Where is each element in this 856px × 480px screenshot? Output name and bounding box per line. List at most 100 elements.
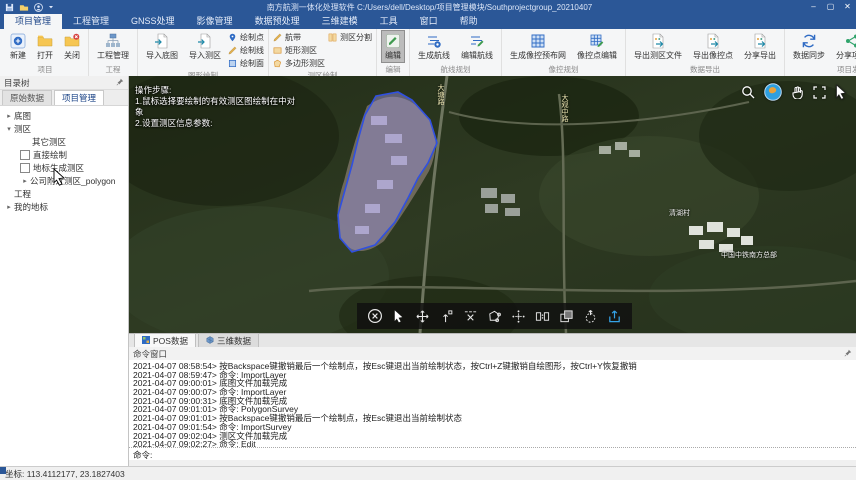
sidebar-tabs: 原始数据 项目管理 <box>0 90 128 106</box>
globe-button[interactable] <box>764 83 782 106</box>
tab-3d-data-label: 三维数据 <box>217 335 251 347</box>
pin-icon <box>228 33 237 42</box>
generate-route-label: 生成航线 <box>418 50 450 61</box>
route-pencil-icon <box>469 33 485 49</box>
corner-accent <box>0 467 6 474</box>
rotate-tool-icon[interactable] <box>582 308 599 325</box>
command-log[interactable]: 2021-04-07 08:58:54> 按Backspace键撤销最后一个绘制… <box>129 360 856 451</box>
chevron-right-icon[interactable]: ▸ <box>4 203 14 211</box>
export-survey-file-button[interactable]: 导出测区文件 <box>630 30 686 63</box>
draw-polygon-tool-icon[interactable] <box>486 308 503 325</box>
tab-tools[interactable]: 工具 <box>369 14 409 29</box>
fullscreen-icon[interactable] <box>813 86 826 104</box>
share-project-button[interactable]: 分享项目 <box>832 30 856 63</box>
move-tool-icon[interactable] <box>414 308 431 325</box>
tab-gnss-processing[interactable]: GNSS处理 <box>120 14 186 29</box>
tab-image-management[interactable]: 影像管理 <box>186 14 244 29</box>
survey-split-button[interactable]: 测区分割 <box>328 32 372 43</box>
strip-button[interactable]: 航带 <box>273 32 325 43</box>
generate-route-button[interactable]: 生成航线 <box>414 30 454 63</box>
add-vertex-icon[interactable] <box>438 308 455 325</box>
tab-help[interactable]: 帮助 <box>449 14 489 29</box>
tab-project-management[interactable]: 项目管理 <box>4 14 62 29</box>
ribbon-group-route: 生成航线 编辑航线 航线规划 <box>410 29 502 76</box>
polygon-icon <box>273 59 282 68</box>
edit-button[interactable]: 编辑 <box>381 30 405 63</box>
tree-item-survey-areas[interactable]: ▾ 测区 <box>0 122 128 135</box>
import-survey-button[interactable]: 导入测区 <box>185 30 225 63</box>
new-project-button[interactable]: 新建 <box>6 30 30 63</box>
edit-route-button[interactable]: 编辑航线 <box>457 30 497 63</box>
chevron-down-icon[interactable]: ▾ <box>4 125 14 133</box>
rect-survey-button[interactable]: 矩形测区 <box>273 45 325 56</box>
tree-item-label: 公司附近测区_polygon <box>30 175 116 187</box>
pencil-icon <box>273 33 282 42</box>
ribbon-tab-bar: 项目管理 工程管理 GNSS处理 影像管理 数据预处理 三维建模 工具 窗口 帮… <box>0 14 856 29</box>
tree-item-direct-draw[interactable]: 直接绘制 <box>0 148 128 161</box>
close-button[interactable]: ✕ <box>839 0 856 14</box>
sidebar-tab-project-management[interactable]: 项目管理 <box>54 90 104 105</box>
tree-item-engineering[interactable]: 工程 <box>0 187 128 200</box>
ribbon-group-edit: 编辑 编辑 <box>377 29 410 76</box>
tree-item-label: 工程 <box>14 188 31 200</box>
tree-item-basemap[interactable]: ▸ 底图 <box>0 109 128 122</box>
directory-tree-title: 目录树 <box>4 77 30 89</box>
open-folder-icon[interactable] <box>19 3 29 12</box>
tab-3d-modeling[interactable]: 三维建模 <box>311 14 369 29</box>
close-project-button[interactable]: 关闭 <box>60 30 84 63</box>
draw-line-button[interactable]: 绘制线 <box>228 45 264 56</box>
command-window-header: 命令窗口 <box>129 347 856 361</box>
poly-survey-button[interactable]: 多边形测区 <box>273 58 325 69</box>
copy-tool-icon[interactable] <box>558 308 575 325</box>
data-sync-button[interactable]: 数据同步 <box>789 30 829 63</box>
minimize-button[interactable]: – <box>805 0 822 14</box>
chevron-right-icon[interactable]: ▸ <box>4 112 14 120</box>
share-export-button[interactable]: 分享导出 <box>740 30 780 63</box>
user-icon[interactable] <box>34 3 43 12</box>
instructions-step2: 2.设置测区信息参数: <box>135 118 303 129</box>
command-prompt-label: 命令: <box>133 449 152 461</box>
control-point-edit-button[interactable]: 像控点编辑 <box>573 30 621 63</box>
node-edit-icon[interactable] <box>510 308 527 325</box>
tab-pos-data[interactable]: POS数据 <box>134 333 196 348</box>
pan-hand-icon[interactable] <box>791 85 804 104</box>
search-icon[interactable] <box>741 85 755 104</box>
chevron-right-icon[interactable]: ▸ <box>20 177 30 185</box>
checkbox-unchecked[interactable] <box>20 163 30 173</box>
tab-engineering-management[interactable]: 工程管理 <box>62 14 120 29</box>
generate-control-net-button[interactable]: 生成像控预布网 <box>506 30 570 63</box>
import-basemap-button[interactable]: 导入底图 <box>142 30 182 63</box>
pin-icon[interactable] <box>844 349 852 359</box>
export-control-points-button[interactable]: 导出像控点 <box>689 30 737 63</box>
pencil-icon <box>228 46 237 55</box>
checkbox-unchecked[interactable] <box>20 150 30 160</box>
tab-window[interactable]: 窗口 <box>409 14 449 29</box>
project-tree: ▸ 底图 ▾ 测区 其它测区 直接绘制 地标生成测区 ▸ 公司附近测区_pol <box>0 106 128 213</box>
pin-icon[interactable] <box>116 78 124 88</box>
tree-item-other-survey[interactable]: 其它测区 <box>0 135 128 148</box>
delete-vertex-icon[interactable] <box>462 308 479 325</box>
engineering-manage-button[interactable]: 工程管理 <box>93 30 133 63</box>
command-input[interactable]: 命令: <box>129 447 856 461</box>
open-project-button[interactable]: 打开 <box>33 30 57 63</box>
draw-point-button[interactable]: 绘制点 <box>228 32 264 43</box>
ribbon-group-publish: 数据同步 分享项目 进度查看 项目发布 <box>785 29 856 76</box>
tree-item-label: 我的地标 <box>14 201 48 213</box>
draw-polygon-button[interactable]: 绘制面 <box>228 58 264 69</box>
map-road-label: 大观中路 <box>559 94 569 122</box>
ribbon-group-engineering: 工程管理 工程 <box>89 29 138 76</box>
tab-3d-data[interactable]: 三维数据 <box>198 333 259 348</box>
export-tool-icon[interactable] <box>606 308 623 325</box>
import-document-icon <box>197 33 213 49</box>
save-icon[interactable] <box>5 3 14 12</box>
select-tool-icon[interactable] <box>390 308 407 325</box>
tab-data-preprocessing[interactable]: 数据预处理 <box>244 14 311 29</box>
poly-survey-label: 多边形测区 <box>285 58 325 69</box>
tree-item-my-landmarks[interactable]: ▸ 我的地标 <box>0 200 128 213</box>
maximize-button[interactable]: ▢ <box>822 0 839 14</box>
title-bar: 南方航测一体化处理软件 C:/Users/dell/Desktop/项目管理模块… <box>0 0 856 14</box>
sidebar-tab-raw-data[interactable]: 原始数据 <box>2 90 52 105</box>
map-viewport[interactable]: 操作步骤: 1.鼠标选择要绘制的有效测区图绘制在中对象 2.设置测区信息参数: … <box>129 76 856 333</box>
mirror-tool-icon[interactable] <box>534 308 551 325</box>
close-edit-mode-icon[interactable] <box>366 308 383 325</box>
